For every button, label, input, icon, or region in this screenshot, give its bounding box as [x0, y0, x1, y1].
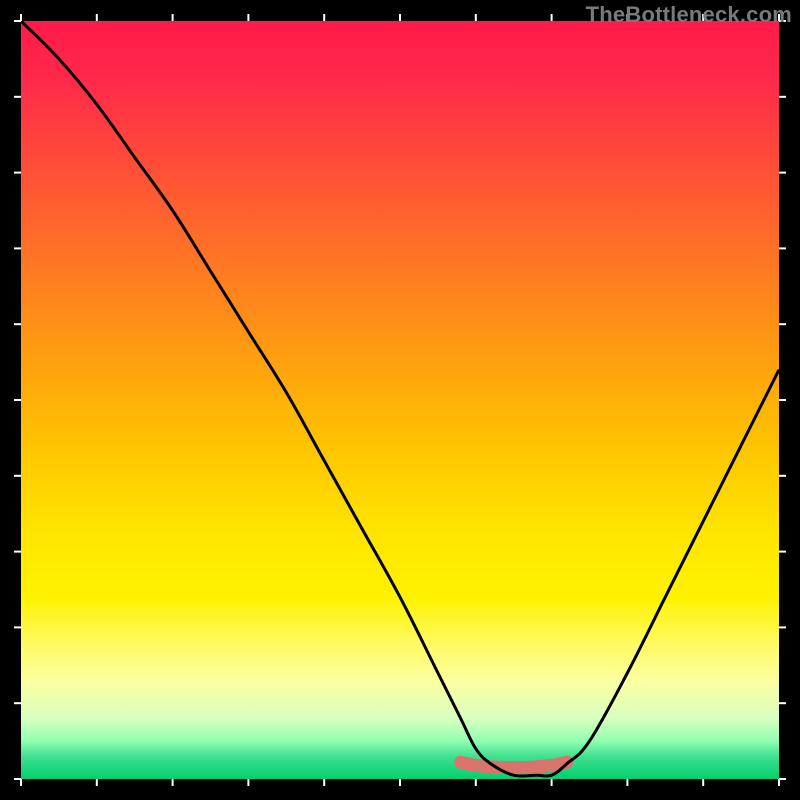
chart-container: TheBottleneck.com: [0, 0, 800, 800]
axis-ticks: [0, 0, 800, 800]
watermark-text: TheBottleneck.com: [586, 2, 792, 28]
